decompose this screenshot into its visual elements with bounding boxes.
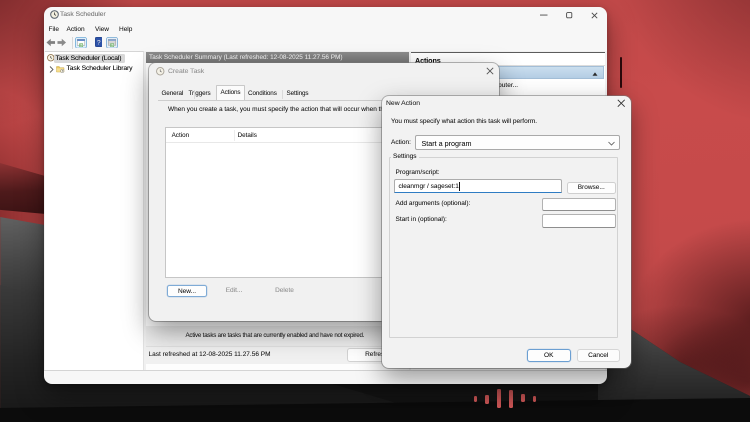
svg-text:?: ? [96, 40, 100, 47]
